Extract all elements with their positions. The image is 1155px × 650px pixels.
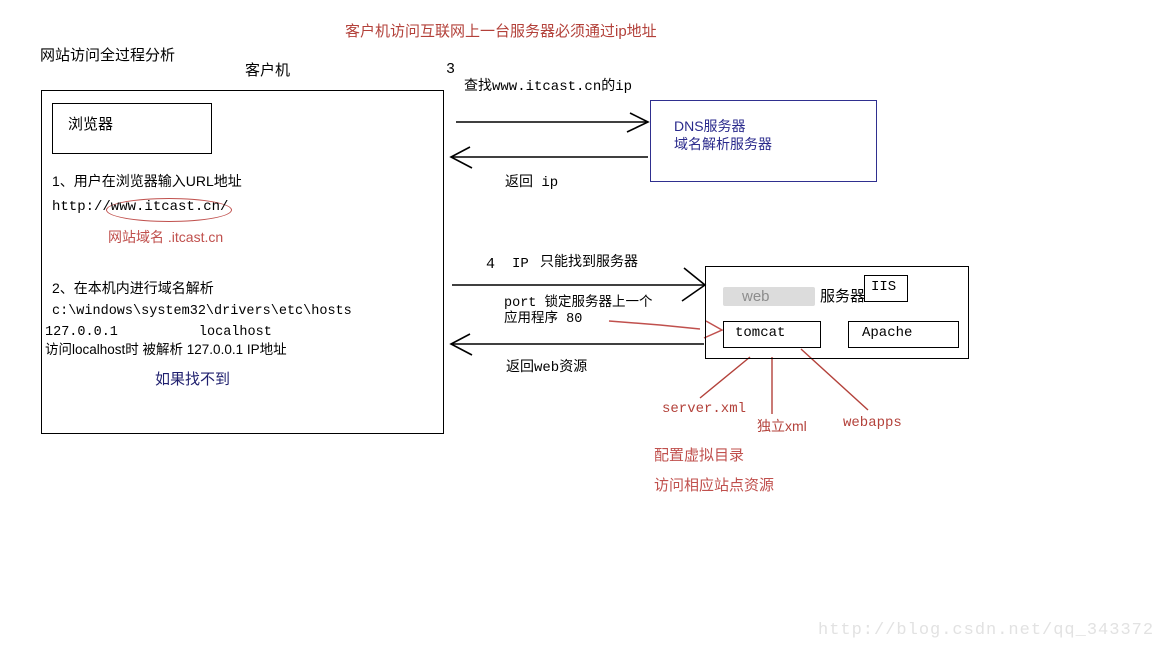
dns-box-line-1: DNS服务器 <box>674 118 746 134</box>
dns-request-label: 查找www.itcast.cn的ip <box>464 79 633 95</box>
annotation-webapps: webapps <box>843 415 902 431</box>
annotation-duli-xml: 独立xml <box>757 418 807 434</box>
hosts-entry-text: 127.0.0.1 localhost <box>45 325 272 340</box>
hosts-explain-text: 访问localhost时 被解析 127.0.0.1 IP地址 <box>45 342 287 357</box>
annotation-virtual-directory: 配置虚拟目录 <box>654 447 745 464</box>
step-2-text: 2、在本机内进行域名解析 <box>52 280 214 296</box>
page-title: 网站访问全过程分析 <box>40 47 176 64</box>
connector-server-xml <box>699 356 751 399</box>
port-note-line-2: 应用程序 80 <box>504 312 583 327</box>
port-note-line-1: port 锁定服务器上一个 <box>504 296 653 311</box>
step-1-text: 1、用户在浏览器输入URL地址 <box>52 173 242 189</box>
step-4-note: 只能找到服务器 <box>540 253 638 269</box>
web-response-label: 返回web资源 <box>506 360 588 376</box>
watermark: http://blog.csdn.net/qq_34337272 <box>818 621 1155 640</box>
client-machine-title: 客户机 <box>245 62 291 79</box>
step-4-ip-label: IP <box>512 256 529 272</box>
domain-note-text: 网站域名 .itcast.cn <box>108 229 224 245</box>
diagram-main-title: 客户机访问互联网上一台服务器必须通过ip地址 <box>345 23 657 40</box>
url-text: http://www.itcast.cn/ <box>52 199 229 215</box>
dns-response-label: 返回 ip <box>505 175 559 191</box>
apache-label: Apache <box>862 325 913 341</box>
annotation-site-resource: 访问相应站点资源 <box>654 477 775 494</box>
dns-request-arrow <box>456 112 650 133</box>
browser-label: 浏览器 <box>68 116 114 133</box>
web-response-arrow <box>449 333 704 356</box>
dns-box-line-2: 域名解析服务器 <box>674 136 772 152</box>
step-4-number: 4 <box>486 256 496 273</box>
dns-response-arrow <box>449 146 648 169</box>
iis-label: IIS <box>871 279 897 295</box>
web-word-label: web <box>742 288 770 305</box>
step-3-number: 3 <box>446 61 456 78</box>
hosts-file-path: c:\windows\system32\drivers\etc\hosts <box>52 304 352 319</box>
not-found-text: 如果找不到 <box>155 371 231 388</box>
annotation-server-xml: server.xml <box>662 401 747 417</box>
server-word-label: 服务器 <box>820 288 866 305</box>
tomcat-label: tomcat <box>735 325 786 341</box>
